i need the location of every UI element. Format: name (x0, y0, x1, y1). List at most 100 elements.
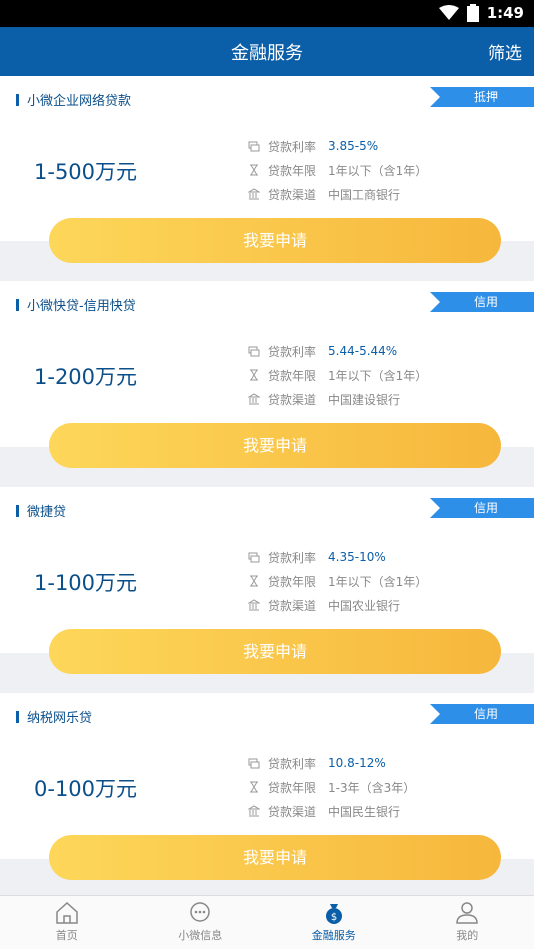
svg-text:$: $ (331, 912, 337, 923)
loan-name-wrap: 微捷贷 (16, 501, 66, 520)
channel-row: 贷款渠道 中国工商银行 (248, 182, 427, 206)
loan-name: 微捷贷 (27, 505, 67, 520)
loan-amount: 0-100万元 (34, 777, 138, 801)
loan-details: 贷款利率 10.8-12% 贷款年限 1-3年（含3年） 贷款渠道 中国民生银行 (248, 751, 415, 823)
loan-amount: 1-100万元 (34, 571, 138, 595)
term-row: 贷款年限 1年以下（含1年） (248, 569, 427, 593)
loan-card: 微捷贷 信用 1-100万元 贷款利率 4.35-10% 贷款年限 1年以下（含… (0, 487, 534, 674)
tab-finance-label: 金融服务 (311, 929, 356, 942)
channel-value: 中国民生银行 (328, 804, 401, 819)
rate-icon (248, 346, 260, 357)
rate-icon (248, 758, 260, 769)
name-marker (16, 710, 19, 723)
loan-amount: 1-200万元 (34, 365, 138, 389)
channel-label: 贷款渠道 (268, 392, 317, 407)
term-label: 贷款年限 (268, 368, 317, 383)
hourglass-icon (250, 575, 258, 587)
tab-home-label: 首页 (55, 929, 78, 942)
term-label: 贷款年限 (268, 163, 317, 178)
rate-value: 4.35-10% (328, 550, 386, 564)
loan-list[interactable]: 小微企业网络贷款 抵押 1-500万元 贷款利率 3.85-5% 贷款年限 1年… (0, 76, 534, 895)
tab-profile-label: 我的 (456, 929, 479, 942)
bottom-tab-bar: 首页 小微信息 $ 金融服务 我的 (0, 895, 534, 949)
rate-label: 贷款利率 (268, 756, 317, 771)
name-marker (16, 93, 19, 106)
rate-row: 贷款利率 4.35-10% (248, 545, 427, 569)
loan-details: 贷款利率 4.35-10% 贷款年限 1年以下（含1年） 贷款渠道 中国农业银行 (248, 545, 427, 617)
loan-card: 小微企业网络贷款 抵押 1-500万元 贷款利率 3.85-5% 贷款年限 1年… (0, 76, 534, 263)
loan-details: 贷款利率 5.44-5.44% 贷款年限 1年以下（含1年） 贷款渠道 中国建设… (248, 339, 427, 411)
bank-icon (248, 599, 260, 611)
rate-row: 贷款利率 10.8-12% (248, 751, 415, 775)
loan-card: 小微快贷-信用快贷 信用 1-200万元 贷款利率 5.44-5.44% 贷款年… (0, 281, 534, 468)
tab-info[interactable]: 小微信息 (134, 896, 268, 949)
wifi-icon (438, 5, 459, 20)
term-row: 贷款年限 1-3年（含3年） (248, 775, 415, 799)
channel-value: 中国工商银行 (328, 187, 401, 202)
apply-button[interactable]: 我要申请 (49, 218, 501, 263)
term-row: 贷款年限 1年以下（含1年） (248, 363, 427, 387)
clock: 1:49 (486, 4, 524, 22)
channel-value: 中国农业银行 (328, 598, 401, 613)
term-row: 贷款年限 1年以下（含1年） (248, 158, 427, 182)
tab-finance[interactable]: $ 金融服务 (267, 896, 401, 949)
bank-icon (248, 805, 260, 817)
loan-type-badge: 信用 (430, 292, 534, 312)
loan-name: 小微企业网络贷款 (27, 94, 132, 109)
rate-row: 贷款利率 5.44-5.44% (248, 339, 427, 363)
apply-button[interactable]: 我要申请 (49, 629, 501, 674)
bank-icon (248, 393, 260, 405)
loan-type-badge: 抵押 (430, 87, 534, 107)
rate-value: 10.8-12% (328, 756, 386, 770)
channel-row: 贷款渠道 中国农业银行 (248, 593, 427, 617)
chat-icon (190, 902, 210, 922)
term-label: 贷款年限 (268, 780, 317, 795)
loan-amount: 1-500万元 (34, 160, 138, 184)
channel-row: 贷款渠道 中国民生银行 (248, 799, 415, 823)
channel-label: 贷款渠道 (268, 598, 317, 613)
loan-name-wrap: 纳税网乐贷 (16, 707, 92, 726)
loan-name-wrap: 小微企业网络贷款 (16, 90, 131, 109)
rate-label: 贷款利率 (268, 139, 317, 154)
filter-button[interactable]: 筛选 (488, 39, 522, 64)
term-label: 贷款年限 (268, 574, 317, 589)
page-title: 金融服务 (231, 43, 303, 64)
rate-label: 贷款利率 (268, 344, 317, 359)
money-bag-icon: $ (325, 904, 342, 924)
rate-label: 贷款利率 (268, 550, 317, 565)
rate-row: 贷款利率 3.85-5% (248, 134, 427, 158)
channel-label: 贷款渠道 (268, 187, 317, 202)
status-bar: 1:49 (0, 0, 534, 27)
battery-icon (466, 4, 479, 22)
term-value: 1年以下（含1年） (328, 163, 428, 178)
apply-button[interactable]: 我要申请 (49, 423, 501, 468)
loan-details: 贷款利率 3.85-5% 贷款年限 1年以下（含1年） 贷款渠道 中国工商银行 (248, 134, 427, 206)
home-icon (56, 901, 78, 924)
person-icon (456, 902, 479, 924)
loan-name: 小微快贷-信用快贷 (27, 299, 136, 314)
hourglass-icon (250, 369, 258, 381)
term-value: 1-3年（含3年） (328, 780, 416, 795)
rate-icon (248, 141, 260, 152)
term-value: 1年以下（含1年） (328, 368, 428, 383)
hourglass-icon (250, 164, 258, 176)
channel-label: 贷款渠道 (268, 804, 317, 819)
bank-icon (248, 188, 260, 200)
tab-home[interactable]: 首页 (0, 896, 134, 949)
name-marker (16, 298, 19, 311)
rate-icon (248, 552, 260, 563)
loan-name: 纳税网乐贷 (27, 711, 93, 726)
tab-profile[interactable]: 我的 (401, 896, 534, 949)
loan-type-badge: 信用 (430, 704, 534, 724)
apply-button[interactable]: 我要申请 (49, 835, 501, 880)
hourglass-icon (250, 781, 258, 793)
channel-value: 中国建设银行 (328, 392, 401, 407)
nav-bar: 金融服务 筛选 (0, 27, 534, 76)
name-marker (16, 504, 19, 517)
term-value: 1年以下（含1年） (328, 574, 428, 589)
loan-name-wrap: 小微快贷-信用快贷 (16, 295, 136, 314)
tab-info-label: 小微信息 (178, 929, 223, 942)
rate-value: 5.44-5.44% (328, 344, 398, 358)
rate-value: 3.85-5% (328, 139, 379, 153)
loan-card: 纳税网乐贷 信用 0-100万元 贷款利率 10.8-12% 贷款年限 1-3年… (0, 693, 534, 880)
